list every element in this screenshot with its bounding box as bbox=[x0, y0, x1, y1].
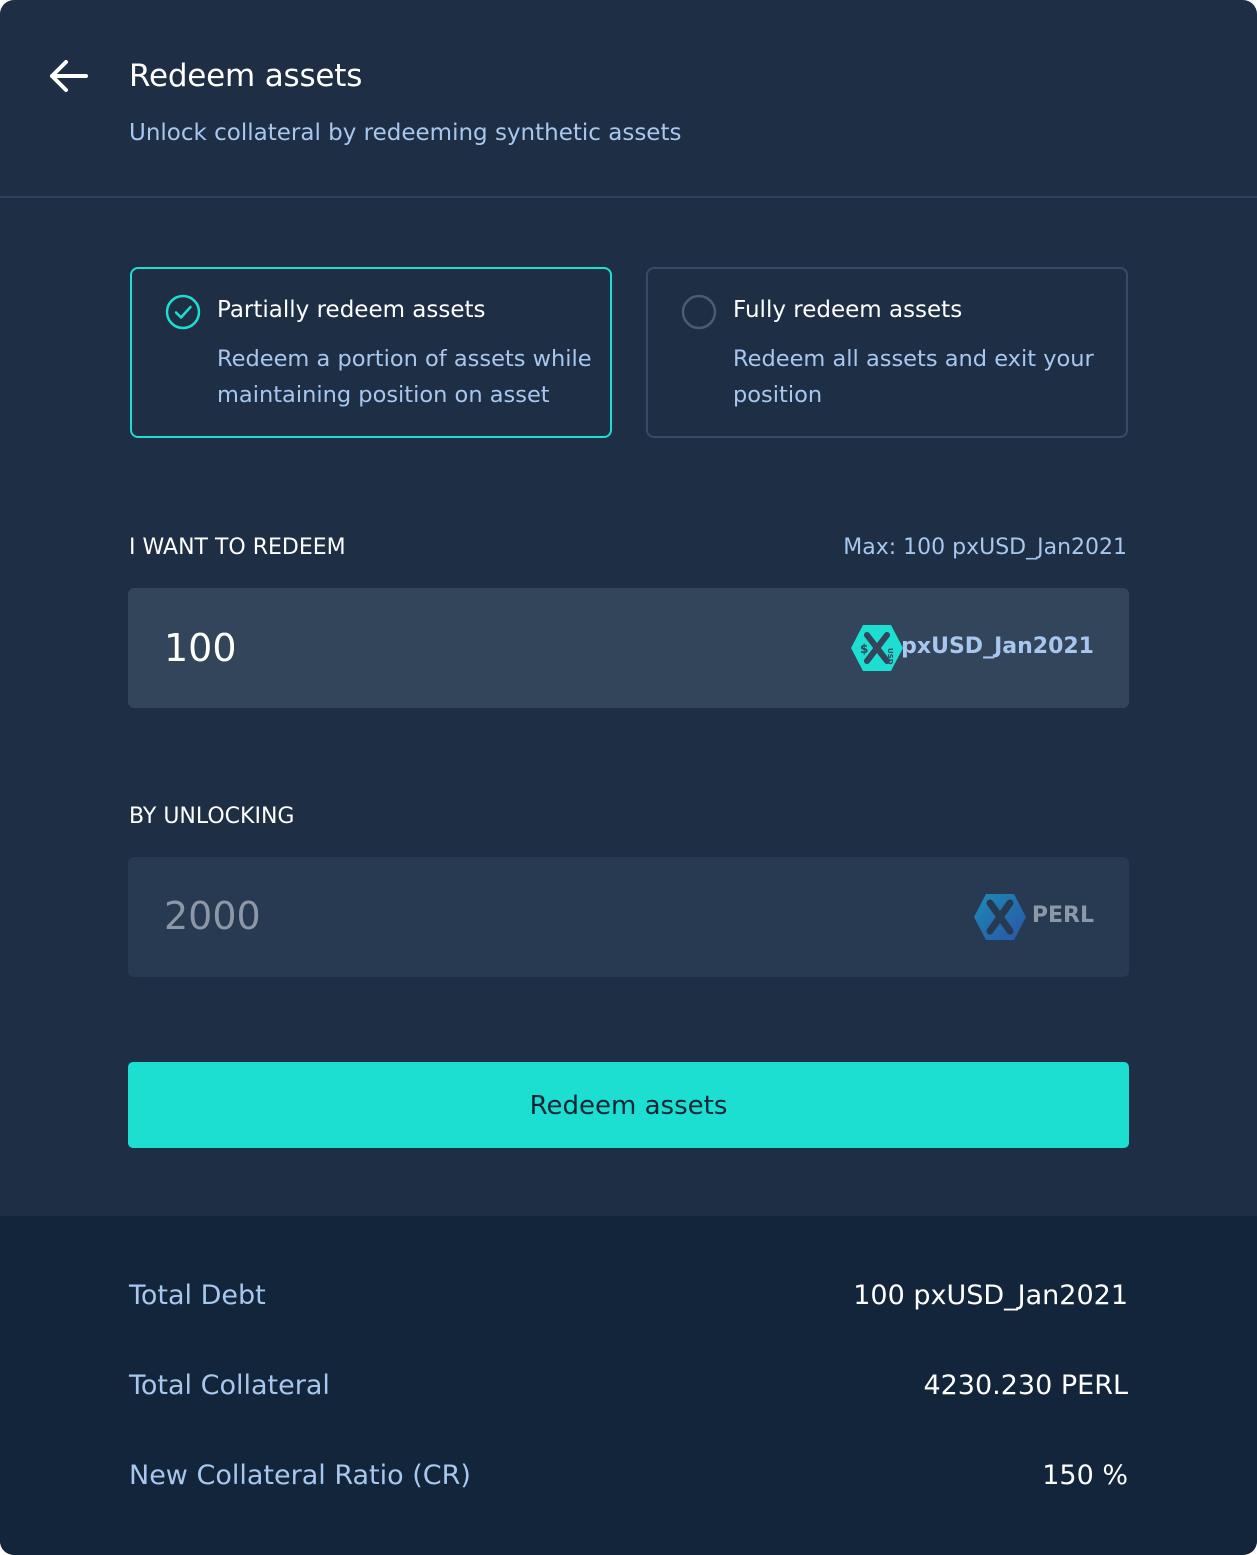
summary-row-total-debt: Total Debt 100 pxUSD_Jan2021 bbox=[129, 1280, 1128, 1320]
option-description: Redeem a portion of assets while maintai… bbox=[217, 346, 592, 408]
unlock-token-name: PERL bbox=[1031, 903, 1094, 928]
unlock-label: BY UNLOCKING bbox=[129, 804, 295, 829]
arrow-left-icon bbox=[50, 60, 88, 92]
page-subtitle: Unlock collateral by redeeming synthetic… bbox=[129, 120, 682, 146]
redeem-token-name: pxUSD_Jan2021 bbox=[901, 634, 1094, 659]
redeem-label: I WANT TO REDEEM bbox=[129, 535, 346, 560]
summary-value: 150 % bbox=[1042, 1460, 1128, 1491]
check-circle-icon[interactable] bbox=[165, 294, 201, 330]
max-label[interactable]: Max: 100 pxUSD_Jan2021 bbox=[843, 535, 1127, 560]
unlock-amount-value: 2000 bbox=[164, 894, 261, 938]
summary-value: 100 pxUSD_Jan2021 bbox=[853, 1280, 1128, 1311]
option-title: Fully redeem assets bbox=[733, 297, 963, 323]
summary-value: 4230.230 PERL bbox=[923, 1370, 1128, 1401]
back-button[interactable] bbox=[44, 54, 92, 98]
redeem-assets-button[interactable]: Redeem assets bbox=[128, 1062, 1129, 1148]
redeem-amount-field[interactable]: $ USD pxUSD_Jan2021 bbox=[128, 588, 1129, 708]
unlock-amount-field: 2000 PERL bbox=[128, 857, 1129, 977]
panel-header: Redeem assets Unlock collateral by redee… bbox=[0, 0, 1257, 198]
pxusd-token-icon: $ USD bbox=[851, 625, 903, 671]
svg-text:$: $ bbox=[860, 642, 868, 656]
svg-text:USD: USD bbox=[886, 648, 894, 665]
page-title: Redeem assets bbox=[129, 58, 363, 94]
option-title: Partially redeem assets bbox=[217, 297, 486, 323]
redeem-amount-input[interactable] bbox=[164, 620, 764, 676]
summary-row-total-collateral: Total Collateral 4230.230 PERL bbox=[129, 1370, 1128, 1410]
partial-redeem-option[interactable]: Partially redeem assets Redeem a portion… bbox=[130, 267, 612, 438]
summary-label: Total Collateral bbox=[129, 1370, 330, 1401]
summary-panel: Total Debt 100 pxUSD_Jan2021 Total Colla… bbox=[0, 1216, 1257, 1555]
radio-empty-icon[interactable] bbox=[681, 294, 717, 330]
perl-token-icon bbox=[974, 894, 1026, 940]
summary-label: New Collateral Ratio (CR) bbox=[129, 1460, 471, 1491]
summary-row-collateral-ratio: New Collateral Ratio (CR) 150 % bbox=[129, 1460, 1128, 1500]
option-description: Redeem all assets and exit your position bbox=[733, 346, 1094, 408]
full-redeem-option[interactable]: Fully redeem assets Redeem all assets an… bbox=[646, 267, 1128, 438]
redeem-panel: Redeem assets Unlock collateral by redee… bbox=[0, 0, 1257, 1555]
summary-label: Total Debt bbox=[129, 1280, 266, 1311]
